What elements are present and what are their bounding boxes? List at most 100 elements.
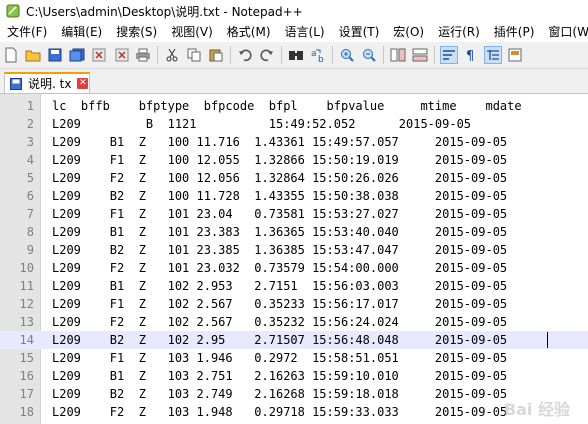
open-file-icon[interactable] xyxy=(24,46,42,64)
menu-file[interactable]: 文件(F) xyxy=(2,22,52,42)
code-line[interactable]: 15 L209 F1 Z 103 1.946 0.2972 15:58:51.05… xyxy=(0,349,588,367)
doc-map-icon[interactable] xyxy=(506,46,524,64)
line-number: 7 xyxy=(26,207,34,221)
code-line[interactable]: 11 L209 B1 Z 102 2.953 2.7151 15:56:03.00… xyxy=(0,277,588,295)
code-line[interactable]: 13 L209 F2 Z 102 2.567 0.35232 15:56:24.0… xyxy=(0,313,588,331)
line-text: L209 F2 Z 101 23.032 0.73579 15:54:00.00… xyxy=(52,261,508,275)
save-icon[interactable] xyxy=(46,46,64,64)
code-line[interactable]: 4 L209 F1 Z 100 12.055 1.32866 15:50:19.0… xyxy=(0,151,588,169)
line-text: L209 F1 Z 101 23.04 0.73581 15:53:27.027… xyxy=(52,207,508,221)
line-number: 8 xyxy=(26,225,34,239)
code-line[interactable]: 7 L209 F1 Z 101 23.04 0.73581 15:53:27.02… xyxy=(0,205,588,223)
zoom-in-icon[interactable] xyxy=(338,46,356,64)
line-text: lc bffb bfptype bfpcode bfpl bfpvalue mt… xyxy=(52,99,522,113)
line-text: L209 B2 Z 103 2.749 2.16268 15:59:18.018… xyxy=(52,387,508,401)
line-number: 14 xyxy=(19,333,34,347)
line-text: L209 B1 Z 100 11.716 1.43361 15:49:57.05… xyxy=(52,135,508,149)
show-all-chars-icon[interactable]: ¶ xyxy=(462,46,480,64)
watermark-logo: Bai 经验 xyxy=(503,400,570,419)
tab-file[interactable]: 说明. tx ✕ xyxy=(4,72,90,93)
menu-window[interactable]: 窗口(W) xyxy=(543,22,588,42)
save-all-icon[interactable] xyxy=(68,46,86,64)
code-line[interactable]: 3 L209 B1 Z 100 11.716 1.43361 15:49:57.0… xyxy=(0,133,588,151)
line-number: 11 xyxy=(19,279,34,293)
sync-v-icon[interactable] xyxy=(389,46,407,64)
line-text: L209 B2 Z 100 11.728 1.43355 15:50:38.03… xyxy=(52,189,508,203)
menu-search[interactable]: 搜索(S) xyxy=(111,22,162,42)
line-number: 5 xyxy=(26,171,34,185)
line-text: L209 F1 Z 102 2.567 0.35233 15:56:17.017… xyxy=(52,297,508,311)
menu-run[interactable]: 运行(R) xyxy=(433,22,485,42)
code-line[interactable]: 2 L209 B 1121 15:49:52.052 2015-09-05 xyxy=(0,115,588,133)
toolbar-separator xyxy=(230,46,231,64)
toolbar-separator xyxy=(383,46,384,64)
sync-h-icon[interactable] xyxy=(411,46,429,64)
zoom-out-icon[interactable] xyxy=(360,46,378,64)
word-wrap-icon[interactable] xyxy=(440,46,458,64)
svg-text:b: b xyxy=(318,55,324,63)
line-text: L209 B1 Z 102 2.953 2.7151 15:56:03.003 … xyxy=(52,279,508,293)
code-line[interactable]: 9 L209 B2 Z 101 23.385 1.36385 15:53:47.0… xyxy=(0,241,588,259)
code-line[interactable]: 5 L209 F2 Z 100 12.056 1.32864 15:50:26.0… xyxy=(0,169,588,187)
line-number: 9 xyxy=(26,243,34,257)
menu-settings[interactable]: 设置(T) xyxy=(334,22,385,42)
line-number: 18 xyxy=(19,405,34,419)
cut-icon[interactable] xyxy=(163,46,181,64)
line-text: L209 F2 Z 103 1.948 0.29718 15:59:33.033… xyxy=(52,405,508,419)
menu-plugins[interactable]: 插件(P) xyxy=(489,22,540,42)
menu-format[interactable]: 格式(M) xyxy=(222,22,276,42)
tab-close-icon[interactable]: ✕ xyxy=(77,78,89,89)
code-line[interactable]: 12 L209 F1 Z 102 2.567 0.35233 15:56:17.0… xyxy=(0,295,588,313)
tab-bar: 说明. tx ✕ xyxy=(0,69,588,94)
line-number: 10 xyxy=(19,261,34,275)
line-number: 3 xyxy=(26,135,34,149)
line-number: 12 xyxy=(19,297,34,311)
line-text: L209 F2 Z 102 2.567 0.35232 15:56:24.024… xyxy=(52,315,508,329)
menu-bar: 文件(F) 编辑(E) 搜索(S) 视图(V) 格式(M) 语言(L) 设置(T… xyxy=(0,22,588,42)
code-line[interactable]: 14 L209 B2 Z 102 2.95 2.71507 15:56:48.04… xyxy=(0,331,588,349)
line-number: 17 xyxy=(19,387,34,401)
line-text: L209 F1 Z 103 1.946 0.2972 15:58:51.051 … xyxy=(52,351,508,365)
toolbar-separator xyxy=(434,46,435,64)
toolbar-separator xyxy=(157,46,158,64)
line-number: 13 xyxy=(19,315,34,329)
code-line[interactable]: 8 L209 B1 Z 101 23.383 1.36365 15:53:40.0… xyxy=(0,223,588,241)
line-text: L209 B1 Z 103 2.751 2.16263 15:59:10.010… xyxy=(52,369,508,383)
line-number: 15 xyxy=(19,351,34,365)
indent-guide-icon[interactable] xyxy=(484,46,502,64)
svg-text:a: a xyxy=(311,49,317,59)
line-number: 16 xyxy=(19,369,34,383)
tab-label: 说明. tx xyxy=(28,77,72,91)
menu-view[interactable]: 视图(V) xyxy=(166,22,218,42)
toolbar-separator xyxy=(281,46,282,64)
find-icon[interactable] xyxy=(287,46,305,64)
close-icon[interactable] xyxy=(90,46,108,64)
saved-file-icon xyxy=(10,77,22,90)
close-all-icon[interactable] xyxy=(112,46,130,64)
menu-edit[interactable]: 编辑(E) xyxy=(56,22,107,42)
new-file-icon[interactable] xyxy=(2,46,20,64)
code-line[interactable]: 16 L209 B1 Z 103 2.751 2.16263 15:59:10.0… xyxy=(0,367,588,385)
undo-icon[interactable] xyxy=(236,46,254,64)
notepad-app-icon xyxy=(6,4,20,18)
line-text: L209 B2 Z 102 2.95 2.71507 15:56:48.048 … xyxy=(52,333,508,347)
code-line[interactable]: 1 lc bffb bfptype bfpcode bfpl bfpvalue m… xyxy=(0,97,588,115)
text-caret xyxy=(547,332,548,348)
line-text: L209 B1 Z 101 23.383 1.36365 15:53:40.04… xyxy=(52,225,508,239)
redo-icon[interactable] xyxy=(258,46,276,64)
line-number: 1 xyxy=(26,99,34,113)
title-bar: C:\Users\admin\Desktop\说明.txt - Notepad+… xyxy=(0,0,588,22)
menu-language[interactable]: 语言(L) xyxy=(280,22,330,42)
paste-icon[interactable] xyxy=(207,46,225,64)
replace-icon[interactable]: ab xyxy=(309,46,327,64)
code-line[interactable]: 18 L209 F2 Z 103 1.948 0.29718 15:59:33.0… xyxy=(0,403,588,421)
print-icon[interactable] xyxy=(134,46,152,64)
editor[interactable]: 1 lc bffb bfptype bfpcode bfpl bfpvalue m… xyxy=(0,94,588,424)
toolbar-separator xyxy=(332,46,333,64)
menu-macro[interactable]: 宏(O) xyxy=(388,22,429,42)
copy-icon[interactable] xyxy=(185,46,203,64)
code-line[interactable]: 10 L209 F2 Z 101 23.032 0.73579 15:54:00.… xyxy=(0,259,588,277)
svg-text:¶: ¶ xyxy=(466,49,474,62)
code-line[interactable]: 17 L209 B2 Z 103 2.749 2.16268 15:59:18.0… xyxy=(0,385,588,403)
code-line[interactable]: 6 L209 B2 Z 100 11.728 1.43355 15:50:38.0… xyxy=(0,187,588,205)
